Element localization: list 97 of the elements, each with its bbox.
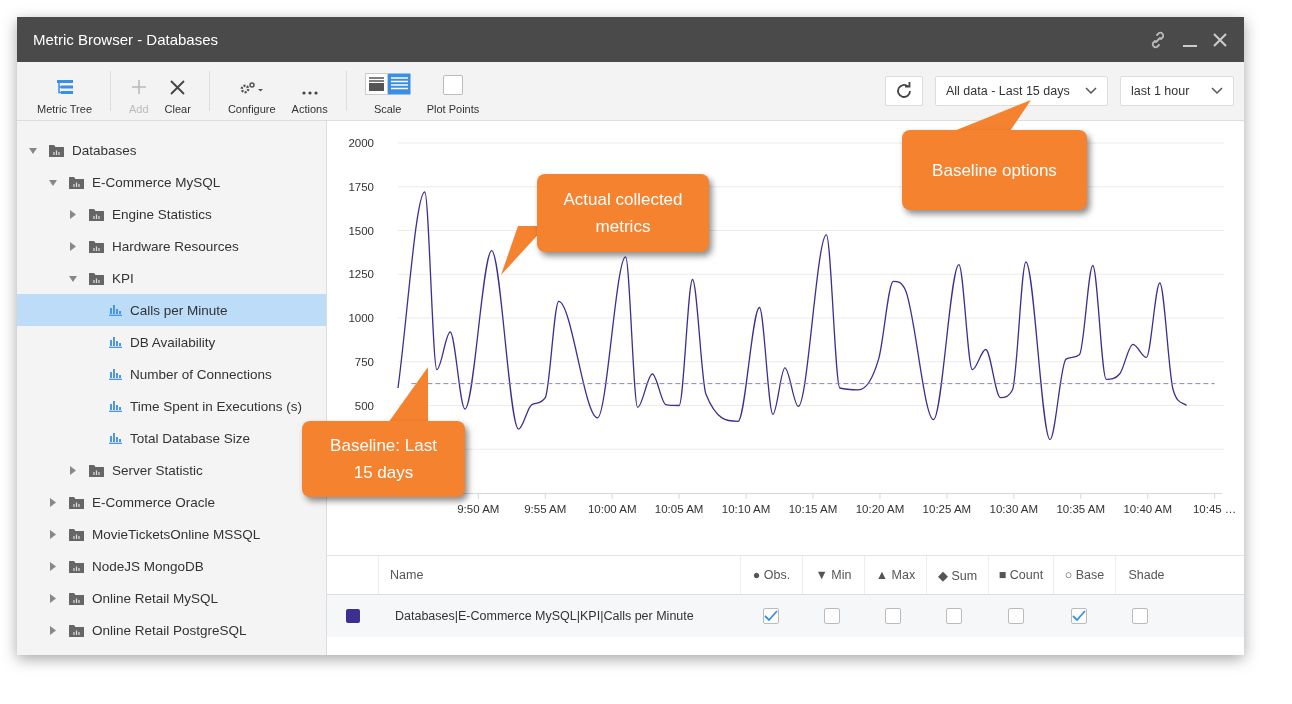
tree-item[interactable]: NodeJS MongoDB bbox=[17, 550, 326, 582]
expand-arrow-icon[interactable] bbox=[69, 241, 77, 251]
folder-icon bbox=[49, 143, 64, 157]
tree-item[interactable]: Hardware Resources bbox=[17, 230, 326, 262]
x-tick-label: 10:30 AM bbox=[989, 503, 1039, 515]
expand-arrow-icon[interactable] bbox=[49, 497, 57, 507]
tree-item[interactable]: Engine Statistics bbox=[17, 198, 326, 230]
folder-icon bbox=[69, 559, 84, 573]
bar-chart-icon bbox=[109, 336, 122, 348]
column-header[interactable]: Name bbox=[378, 556, 740, 594]
expand-arrow-icon[interactable] bbox=[69, 465, 77, 475]
checkbox[interactable] bbox=[884, 608, 901, 624]
y-tick-label: 1000 bbox=[348, 312, 374, 324]
y-tick-label: 750 bbox=[354, 355, 374, 368]
x-tick-label: 10:35 AM bbox=[1056, 503, 1106, 515]
folder-icon bbox=[69, 623, 84, 637]
column-header[interactable]: ○ Base bbox=[1053, 556, 1115, 594]
x-tick-label: 10:45 … bbox=[1192, 503, 1237, 515]
expand-arrow-icon[interactable] bbox=[69, 209, 77, 219]
x-tick-label: 10:20 AM bbox=[855, 503, 905, 515]
folder-icon bbox=[89, 239, 104, 253]
baseline-dropdown[interactable]: All data - Last 15 days bbox=[935, 76, 1108, 106]
toolbar-button[interactable]: Clear bbox=[156, 67, 199, 115]
checkbox[interactable] bbox=[945, 608, 962, 624]
column-header[interactable]: ● Obs. bbox=[740, 556, 802, 594]
tree-item[interactable]: DB Availability bbox=[17, 326, 326, 358]
folder-icon bbox=[69, 527, 84, 541]
x-tick-label: 10:25 AM bbox=[922, 503, 972, 515]
tree-icon bbox=[55, 79, 74, 95]
expand-arrow-icon[interactable] bbox=[49, 593, 57, 603]
tree-item[interactable]: Databases bbox=[17, 134, 326, 166]
folder-icon bbox=[89, 271, 104, 285]
tree-item[interactable]: MovieTicketsOnline MSSQL bbox=[17, 518, 326, 550]
checkbox[interactable] bbox=[442, 75, 463, 95]
checkbox[interactable] bbox=[823, 608, 840, 624]
tree-item[interactable]: E-Commerce MySQL bbox=[17, 166, 326, 198]
folder-icon bbox=[69, 175, 84, 189]
gears-icon bbox=[238, 81, 265, 95]
bar-chart-icon bbox=[109, 368, 122, 380]
y-tick-label: 1500 bbox=[348, 224, 374, 237]
table-cell-text: Databases|E-Commerce MySQL|KPI|Calls per Minute bbox=[394, 609, 695, 623]
x-tick-label: 10:15 AM bbox=[788, 503, 838, 515]
column-header[interactable]: ▼ Min bbox=[802, 556, 864, 594]
expand-arrow-icon[interactable] bbox=[49, 529, 57, 539]
tree-item[interactable]: Online Retail PostgreSQL bbox=[17, 614, 326, 646]
toolbar-button[interactable]: Scale bbox=[356, 67, 419, 115]
folder-icon bbox=[69, 591, 84, 605]
y-tick-label: 500 bbox=[354, 399, 374, 412]
x-tick-label: 9:50 AM bbox=[457, 503, 500, 515]
window-title: Metric Browser - Databases bbox=[33, 31, 220, 48]
tree-item[interactable]: Calls per Minute bbox=[17, 294, 326, 326]
close-icon[interactable] bbox=[1212, 31, 1228, 48]
y-tick-label: 1250 bbox=[348, 268, 374, 281]
toolbar-button[interactable]: Metric Tree bbox=[29, 67, 100, 115]
expand-arrow-icon[interactable] bbox=[49, 625, 57, 635]
plus-icon bbox=[130, 79, 147, 95]
x-tick-label: 9:55 AM bbox=[524, 503, 567, 515]
bar-chart-icon bbox=[109, 304, 122, 316]
folder-icon bbox=[89, 207, 104, 221]
time-range-dropdown[interactable]: last 1 hour bbox=[1120, 76, 1234, 106]
bar-chart-icon bbox=[109, 432, 122, 444]
folder-icon bbox=[89, 463, 104, 477]
expand-arrow-icon[interactable] bbox=[29, 145, 37, 155]
toolbar-button[interactable]: Configure bbox=[219, 67, 284, 115]
y-tick-label: 1750 bbox=[348, 180, 374, 193]
folder-icon bbox=[69, 495, 84, 509]
tree-item[interactable]: Number of Connections bbox=[17, 358, 326, 390]
refresh-button[interactable] bbox=[885, 76, 923, 106]
checkbox[interactable] bbox=[1131, 608, 1148, 624]
tree-item[interactable]: Time Spent in Executions (s) bbox=[17, 390, 326, 422]
x-tick-label: 10:10 AM bbox=[721, 503, 771, 515]
x-tick-label: 10:40 AM bbox=[1123, 503, 1172, 515]
toolbar-button[interactable]: Actions bbox=[283, 67, 336, 115]
expand-arrow-icon[interactable] bbox=[49, 177, 57, 187]
callout-tooltip: Actual collected metrics bbox=[537, 174, 709, 252]
column-header[interactable]: ■ Count bbox=[988, 556, 1053, 594]
close-icon bbox=[170, 80, 186, 95]
x-tick-label: 10:05 AM bbox=[654, 503, 704, 515]
checkbox[interactable] bbox=[1070, 608, 1087, 624]
x-tick-label: 10:00 AM bbox=[587, 503, 637, 515]
bar-chart-icon bbox=[109, 400, 122, 412]
chevron-down-icon bbox=[1085, 87, 1097, 95]
scale-toggle-icon bbox=[364, 73, 411, 95]
checkbox[interactable] bbox=[1008, 608, 1024, 624]
refresh-icon bbox=[895, 82, 913, 100]
checkbox[interactable] bbox=[762, 608, 779, 624]
y-tick-label: 2000 bbox=[348, 137, 374, 149]
column-header[interactable]: Shade bbox=[1115, 556, 1177, 594]
chevron-down-icon bbox=[1211, 87, 1223, 95]
tree-item[interactable]: KPI bbox=[17, 262, 326, 294]
more-icon bbox=[301, 91, 318, 95]
toolbar-button[interactable]: Plot Points bbox=[418, 67, 488, 115]
expand-arrow-icon[interactable] bbox=[49, 561, 57, 571]
tree-item[interactable]: Online Retail MySQL bbox=[17, 582, 326, 614]
column-header[interactable]: ◆ Sum bbox=[926, 556, 988, 594]
expand-arrow-icon[interactable] bbox=[69, 273, 77, 283]
column-header[interactable]: ▲ Max bbox=[864, 556, 926, 594]
